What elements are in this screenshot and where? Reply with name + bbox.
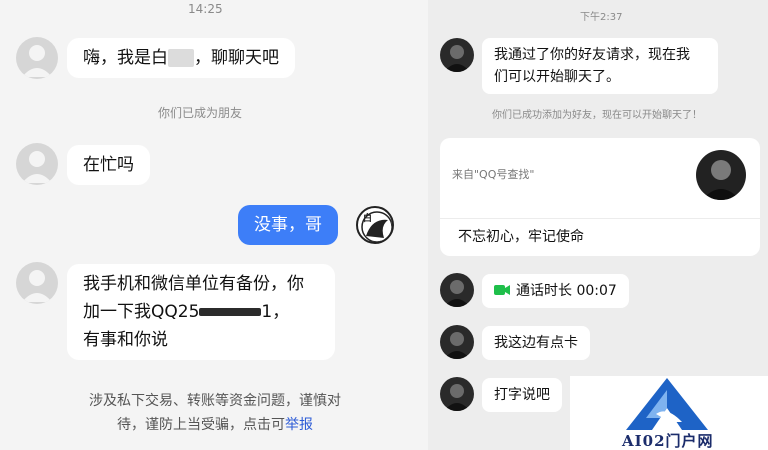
card-signature: 不忘初心，牢记使命 [458,229,584,245]
chat-timestamp: 下午2:37 [580,12,623,23]
profile-card[interactable]: 来自"QQ号查找" 不忘初心，牢记使命 [440,138,760,256]
person-photo-icon [444,45,470,72]
message-bubble-intro[interactable]: 我通过了你的好友请求，现在我 们可以开始聊天了。 [482,38,718,94]
site-watermark-logo: AI02门户网 [570,376,768,450]
watermark-text: AI02门户网 [622,432,714,450]
video-call-icon [494,285,510,295]
card-profile-photo [696,150,746,200]
contact-avatar[interactable] [440,325,474,359]
backup-line-2-start: 加一下我QQ25 [83,302,200,322]
report-link[interactable]: 举报 [285,417,313,433]
left-chat-panel: 14:25 嗨，我是白 ，聊聊天吧 你们已成为朋友 在忙吗 没事，哥 白 我手机和… [0,0,428,450]
message-bubble-lag[interactable]: 我这边有点卡 [482,326,590,360]
chat-timestamp: 14:25 [188,2,223,16]
user-avatar-seal[interactable]: 白 [356,206,394,244]
person-silhouette-icon [22,151,52,183]
redacted-name-blur [168,49,194,67]
intro-line-1: 我通过了你的好友请求，现在我 [494,47,690,63]
greeting-text-start: 嗨，我是白 [83,48,168,68]
backup-line-1: 我手机和微信单位有备份，你 [83,274,304,294]
friend-added-notice: 你们已成功添加为好友，现在可以开始聊天了！ [492,110,702,121]
warning-line-1: 涉及私下交易、转账等资金问题，谨慎对 [89,393,341,409]
backup-line-3: 有事和你说 [83,330,168,350]
person-silhouette-icon [22,270,52,302]
contact-avatar[interactable] [16,143,58,185]
backup-line-2: 加一下我QQ25 1， [83,298,319,326]
contact-avatar[interactable] [440,273,474,307]
call-duration: 通话时长 00:07 [516,283,617,299]
triangle-logo-icon [626,378,708,430]
seal-char: 白 [363,214,373,224]
contact-avatar[interactable] [440,377,474,411]
contact-avatar[interactable] [16,37,58,79]
backup-line-2-end: 1， [261,302,290,322]
person-silhouette-icon [22,45,52,77]
message-bubble-busy[interactable]: 在忙吗 [67,145,150,185]
person-photo-icon [444,332,470,359]
intro-line-2: 们可以开始聊天了。 [494,69,620,85]
warning-line-2: 待，谨防上当受骗，点击可 [117,417,285,433]
card-source: 来自"QQ号查找" [452,168,535,181]
friend-added-notice: 你们已成为朋友 [158,106,243,120]
person-photo-icon [444,384,470,411]
message-bubble-greeting[interactable]: 嗨，我是白 ，聊聊天吧 [67,38,295,78]
fraud-warning-notice: 涉及私下交易、转账等资金问题，谨慎对 待，谨防上当受骗，点击可举报 [70,389,360,437]
message-bubble-backup[interactable]: 我手机和微信单位有备份，你 加一下我QQ25 1， 有事和你说 [67,264,335,360]
message-bubble-reply[interactable]: 没事，哥 [238,205,338,245]
person-photo-icon [444,280,470,307]
greeting-text-end: ，聊聊天吧 [194,48,279,68]
card-divider [440,218,760,219]
contact-avatar[interactable] [440,38,474,72]
redacted-qq-number [199,308,262,316]
message-bubble-type[interactable]: 打字说吧 [482,378,562,412]
message-bubble-call[interactable]: 通话时长 00:07 [482,274,629,308]
contact-avatar[interactable] [16,262,58,304]
person-photo-icon [702,160,740,200]
